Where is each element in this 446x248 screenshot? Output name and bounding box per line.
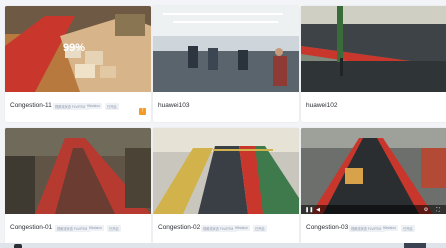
camera-brand: Hikvision — [87, 225, 104, 231]
volume-icon[interactable]: ◀ — [315, 207, 321, 213]
camera-name: Congestion-11 — [10, 102, 52, 109]
svg-text:99%: 99% — [63, 42, 85, 54]
stream-status: 视频流状态 FLV/RTMP — [55, 225, 92, 232]
video-player-controls: ❚❚ ◀ ⚙ ⛶ — [301, 205, 446, 214]
camera-grid: 99% Congestion-11 视频流状态 FLV/RTMP Hikvisi… — [0, 0, 446, 248]
camera-name: huawei103 — [158, 102, 190, 109]
alert-icon[interactable]: ! — [139, 108, 146, 115]
pause-icon[interactable]: ❚❚ — [305, 207, 313, 213]
video-thumbnail[interactable] — [301, 6, 446, 92]
camera-card[interactable]: huawei103 — [153, 6, 299, 122]
camera-brand: Hikvision — [233, 225, 250, 231]
video-thumbnail[interactable]: ❚❚ ◀ ⚙ ⛶ — [301, 128, 446, 214]
stream-status: 视频流状态 FLV/RTMP — [53, 103, 90, 110]
enabled-status: 已开启 — [401, 225, 415, 232]
video-thumbnail[interactable] — [153, 128, 299, 214]
camera-name: Congestion-01 — [10, 224, 53, 231]
bottom-toolbar — [0, 243, 446, 248]
camera-card[interactable]: Congestion-02 视频流状态 FLV/RTMP Hikvision 已… — [153, 128, 299, 244]
toolbar-button[interactable] — [404, 243, 426, 248]
camera-brand: Hikvision — [85, 103, 102, 109]
enabled-status: 已开启 — [253, 225, 267, 232]
stream-status: 视频流状态 FLV/RTMP — [349, 225, 386, 232]
camera-card[interactable]: Congestion-01 视频流状态 FLV/RTMP Hikvision 已… — [5, 128, 151, 244]
toolbar-handle[interactable] — [14, 244, 22, 248]
video-thumbnail[interactable] — [153, 6, 299, 92]
camera-brand: Hikvision — [381, 225, 398, 231]
stream-status: 视频流状态 FLV/RTMP — [201, 225, 238, 232]
enabled-status: 已开启 — [105, 103, 119, 110]
video-thumbnail[interactable] — [5, 128, 151, 214]
camera-name: Congestion-03 — [306, 224, 349, 231]
video-thumbnail[interactable]: 99% — [5, 6, 151, 92]
camera-card[interactable]: ❚❚ ◀ ⚙ ⛶ Congestion-03 视频流状态 FLV/RTMP Hi… — [301, 128, 446, 244]
camera-card[interactable]: 99% Congestion-11 视频流状态 FLV/RTMP Hikvisi… — [5, 6, 151, 122]
camera-card[interactable]: huawei102 — [301, 6, 446, 122]
camera-name: Congestion-02 — [158, 224, 201, 231]
enabled-status: 已开启 — [107, 225, 121, 232]
fullscreen-icon[interactable]: ⛶ — [435, 207, 441, 213]
camera-name: huawei102 — [306, 102, 338, 109]
settings-icon[interactable]: ⚙ — [423, 207, 429, 213]
